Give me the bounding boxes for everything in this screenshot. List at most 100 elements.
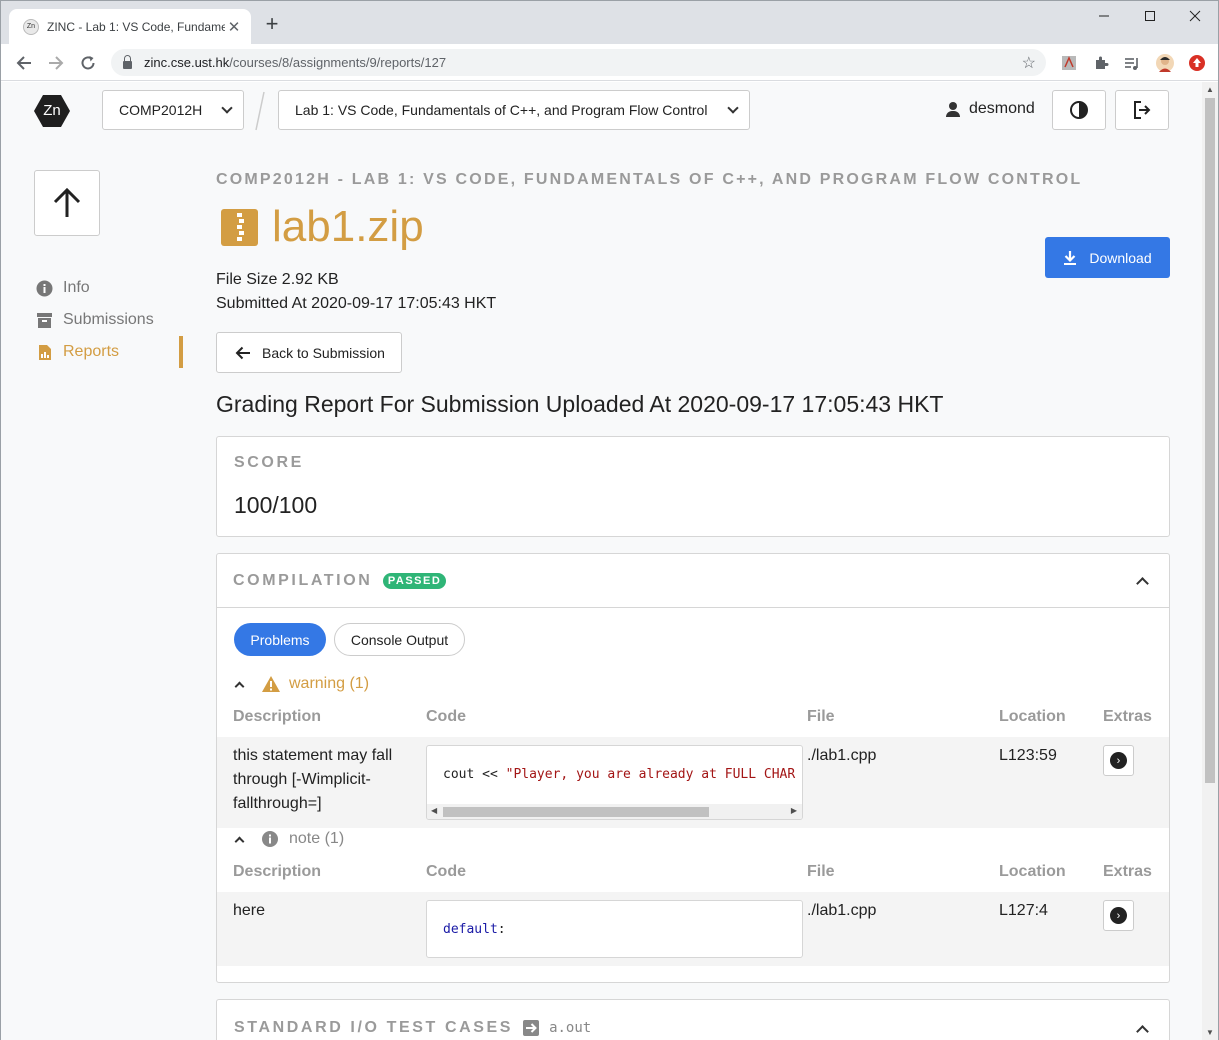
stdio-executable: a.out xyxy=(549,1020,592,1036)
code-text: cout << "Player, you are already at FULL… xyxy=(443,767,796,782)
tab-console-output[interactable]: Console Output xyxy=(334,623,465,656)
breadcrumb-separator xyxy=(255,91,265,131)
sidebar-item-label: Reports xyxy=(63,343,120,360)
pdf-extension-icon[interactable] xyxy=(1060,54,1078,72)
column-description: Description xyxy=(233,708,322,725)
column-location: Location xyxy=(999,708,1066,725)
stdio-header[interactable]: STANDARD I/O TEST CASES a.out xyxy=(234,1019,591,1037)
column-code: Code xyxy=(426,863,466,880)
column-code: Code xyxy=(426,708,466,725)
new-tab-icon[interactable]: + xyxy=(259,11,285,37)
download-icon xyxy=(1064,250,1077,265)
update-menu-icon[interactable] xyxy=(1188,54,1206,72)
extensions-puzzle-icon[interactable] xyxy=(1092,54,1110,72)
assignment-select[interactable]: Lab 1: VS Code, Fundamentals of C++, and… xyxy=(278,90,750,130)
chevron-right-icon: › xyxy=(1110,752,1127,769)
zinc-logo[interactable]: Zn xyxy=(33,92,71,130)
page-scrollbar[interactable]: ▲ ▼ xyxy=(1202,82,1218,1040)
back-label: Back to Submission xyxy=(262,344,385,361)
maximize-icon[interactable] xyxy=(1127,1,1173,31)
reload-icon[interactable] xyxy=(75,50,101,76)
logo-text: Zn xyxy=(43,102,61,119)
compilation-header[interactable]: COMPILATION PASSED xyxy=(217,554,1169,608)
arrow-left-icon xyxy=(235,346,250,359)
chevron-down-icon xyxy=(221,102,233,114)
report-icon xyxy=(35,343,53,361)
url-text: zinc.cse.ust.hk/courses/8/assignments/9/… xyxy=(144,55,447,70)
filename: lab1.zip xyxy=(272,202,424,251)
course-select[interactable]: COMP2012H xyxy=(102,90,244,130)
problem-file: ./lab1.cpp xyxy=(807,747,877,764)
score-value: 100/100 xyxy=(234,492,318,518)
submitted-at: Submitted At 2020-09-17 17:05:43 HKT xyxy=(216,295,497,312)
back-arrow-icon[interactable] xyxy=(11,50,37,76)
zip-file-icon xyxy=(221,208,258,246)
download-label: Download xyxy=(1089,249,1152,266)
code-horizontal-scrollbar[interactable]: ◀ ▶ xyxy=(427,804,802,819)
scrollbar-thumb[interactable] xyxy=(1205,98,1215,783)
page-content: Zn COMP2012H Lab 1: VS Code, Fundamental… xyxy=(1,82,1202,1040)
logout-button[interactable] xyxy=(1115,90,1169,130)
scroll-up-icon[interactable]: ▲ xyxy=(1206,85,1214,94)
back-to-submission-button[interactable]: Back to Submission xyxy=(216,332,402,373)
score-title: SCORE xyxy=(234,454,304,471)
user-info: desmond xyxy=(946,100,1035,118)
archive-icon xyxy=(35,311,53,329)
sidebar-item-info[interactable]: Info xyxy=(35,272,185,304)
info-icon xyxy=(35,279,53,297)
forward-arrow-icon[interactable] xyxy=(43,50,69,76)
chevron-up-icon[interactable] xyxy=(1136,577,1149,590)
sidebar-item-label: Info xyxy=(63,279,90,296)
status-badge: PASSED xyxy=(382,572,447,589)
warning-group-label: warning (1) xyxy=(289,675,370,692)
tab-strip: Zn ZINC - Lab 1: VS Code, Fundamentals o… xyxy=(1,1,1218,44)
extras-button[interactable]: › xyxy=(1103,900,1134,931)
code-text: default: xyxy=(443,922,506,937)
arrow-right-box-icon xyxy=(523,1020,540,1036)
download-button[interactable]: Download xyxy=(1045,237,1170,278)
scroll-down-icon[interactable]: ▼ xyxy=(1206,1028,1214,1037)
contrast-icon xyxy=(1070,101,1088,119)
lock-icon xyxy=(123,54,132,69)
report-heading: Grading Report For Submission Uploaded A… xyxy=(216,391,944,417)
info-icon xyxy=(262,831,278,847)
address-bar[interactable]: zinc.cse.ust.hk/courses/8/assignments/9/… xyxy=(111,49,1046,76)
chevron-down-icon xyxy=(727,102,739,114)
warning-group-header[interactable]: warning (1) xyxy=(234,675,370,693)
extras-button[interactable]: › xyxy=(1103,745,1134,776)
problem-file: ./lab1.cpp xyxy=(807,902,877,919)
minimize-icon[interactable] xyxy=(1081,1,1127,31)
browser-toolbar: zinc.cse.ust.hk/courses/8/assignments/9/… xyxy=(1,44,1218,81)
reading-list-icon[interactable] xyxy=(1123,54,1141,72)
close-window-icon[interactable] xyxy=(1172,1,1218,31)
chevron-up-icon[interactable] xyxy=(1136,1025,1149,1038)
browser-tab[interactable]: Zn ZINC - Lab 1: VS Code, Fundamentals o… xyxy=(9,9,251,44)
column-file: File xyxy=(807,708,835,725)
note-group-label: note (1) xyxy=(289,830,345,847)
code-snippet[interactable]: default: xyxy=(426,900,803,958)
problem-location: L123:59 xyxy=(999,747,1057,764)
zinc-favicon-icon: Zn xyxy=(23,18,39,35)
theme-toggle-button[interactable] xyxy=(1052,90,1106,130)
note-group-header[interactable]: note (1) xyxy=(234,830,345,848)
column-extras: Extras xyxy=(1103,863,1152,880)
compilation-title: COMPILATION xyxy=(233,572,373,589)
profile-avatar-icon[interactable] xyxy=(1156,54,1174,72)
assignment-select-value: Lab 1: VS Code, Fundamentals of C++, and… xyxy=(295,102,708,118)
go-up-button[interactable] xyxy=(34,170,100,236)
score-card: SCORE 100/100 xyxy=(216,436,1170,537)
scroll-left-icon: ◀ xyxy=(431,806,438,815)
tab-problems[interactable]: Problems xyxy=(234,623,326,656)
problem-description: this statement may fall through [-Wimpli… xyxy=(233,747,393,812)
sidebar-item-submissions[interactable]: Submissions xyxy=(35,304,185,336)
sidebar-item-reports[interactable]: Reports xyxy=(35,336,185,368)
warning-icon xyxy=(262,676,280,692)
close-tab-icon[interactable]: ✕ xyxy=(225,18,243,36)
problem-description: here xyxy=(233,902,266,919)
file-size: File Size 2.92 KB xyxy=(216,271,339,288)
bookmark-star-icon[interactable]: ☆ xyxy=(1022,53,1036,73)
file-title: lab1.zip xyxy=(221,202,424,252)
browser-window: Zn ZINC - Lab 1: VS Code, Fundamentals o… xyxy=(0,0,1219,1040)
code-snippet[interactable]: cout << "Player, you are already at FULL… xyxy=(426,745,803,820)
column-description: Description xyxy=(233,863,322,880)
